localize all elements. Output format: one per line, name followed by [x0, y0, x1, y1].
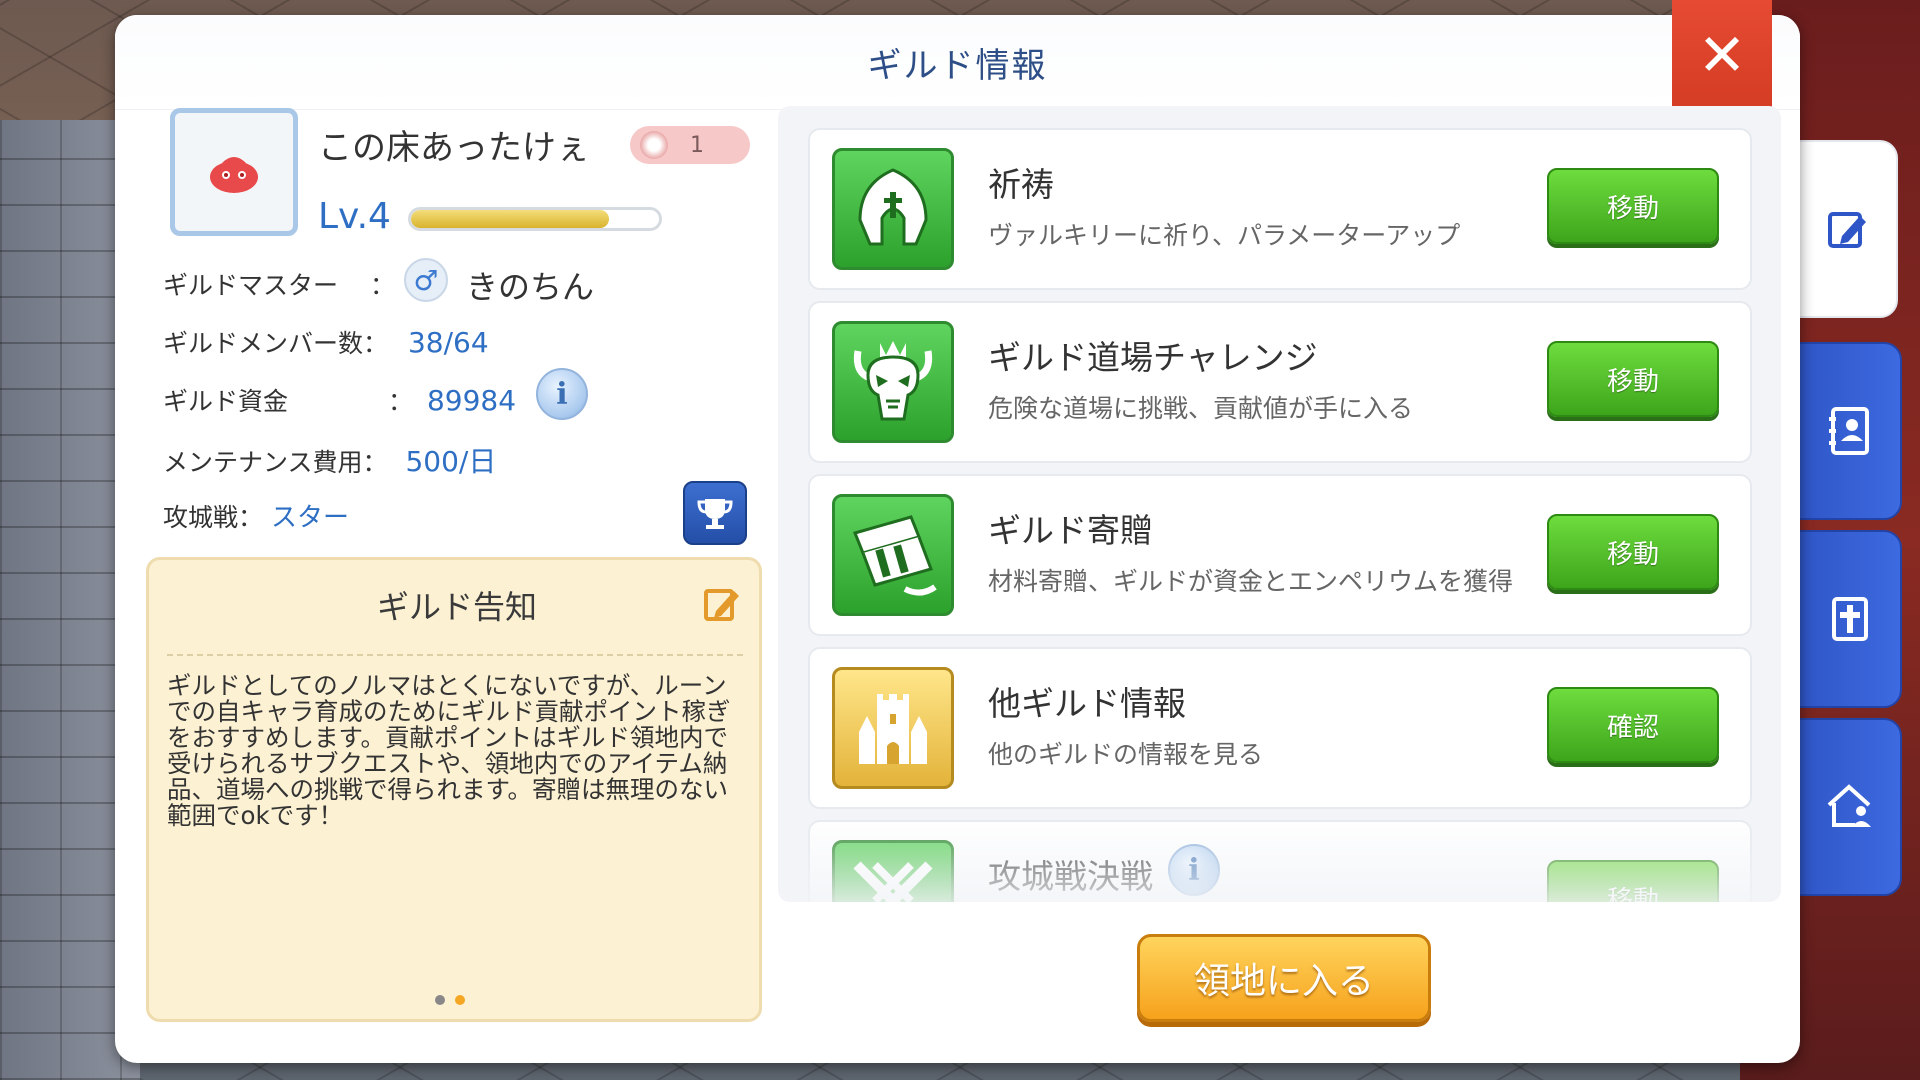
edit-icon: [704, 589, 739, 621]
crossed-swords-icon: [832, 840, 954, 902]
helmet-icon: [832, 148, 954, 270]
page-dot-active[interactable]: [455, 995, 465, 1005]
guild-name: この床あったけぇ: [318, 128, 590, 168]
other-guild-confirm-button[interactable]: 確認: [1547, 687, 1719, 763]
item-title: ギルド道場チャレンジ: [988, 338, 1318, 377]
dojo-move-button[interactable]: 移動: [1547, 341, 1719, 417]
notice-edit-button[interactable]: [701, 582, 743, 624]
fund-label: ギルド資金: [163, 387, 289, 416]
male-icon: ♂: [404, 258, 448, 302]
item-title: 攻城戦決戦: [988, 857, 1153, 896]
trophy-icon: [697, 499, 733, 529]
page-indicator: [435, 995, 465, 1005]
maintenance-label: メンテナンス費用：: [163, 448, 388, 477]
close-icon: ✕: [1697, 21, 1747, 89]
item-title: 祈祷: [988, 165, 1054, 204]
prayer-move-button[interactable]: 移動: [1547, 168, 1719, 244]
item-desc: 危険な道場に挑戦、貢献値が手に入る: [988, 394, 1414, 423]
master-label: ギルドマスター: [163, 271, 339, 300]
page-dot[interactable]: [435, 995, 445, 1005]
edit-icon: [1828, 212, 1866, 248]
list-item-prayer: 祈祷 ヴァルキリーに祈り、パラメーターアップ 移動: [808, 128, 1752, 290]
siege-value[interactable]: スター: [271, 503, 349, 533]
tab-guild-skill[interactable]: [1798, 530, 1902, 708]
list-item-siege-final: 攻城戦決戦 i 移動: [808, 820, 1752, 902]
house-person-icon: [1827, 784, 1871, 827]
enter-territory-button[interactable]: 領地に入る: [1137, 934, 1431, 1022]
member-label: ギルドメンバー数：: [163, 329, 389, 358]
siege-row: 攻城戦： スター: [163, 497, 349, 534]
item-desc: ヴァルキリーに祈り、パラメーターアップ: [988, 221, 1461, 250]
rank-value: 1: [690, 132, 704, 158]
notice-body: ギルドとしてのノルマはとくにないですが、ルーンでの自キャラ育成のためにギルド貢献…: [167, 671, 731, 830]
donation-icon: [832, 494, 954, 616]
master-name: きのちん: [466, 268, 595, 306]
maintenance-value: 500/日: [405, 445, 497, 478]
level-progress-bar: [408, 207, 662, 231]
tab-edit[interactable]: [1796, 140, 1898, 318]
member-book-icon: [1829, 407, 1869, 455]
shield-cross-icon: [1832, 597, 1868, 641]
notice-title: ギルド告知: [376, 588, 537, 626]
notice-divider: [167, 654, 743, 656]
guild-emblem[interactable]: [170, 108, 298, 236]
emperium-icon: [640, 131, 668, 159]
panel-title: ギルド情報: [115, 15, 1800, 110]
guild-notice-card: ギルド告知 ギルドとしてのノルマはとくにないですが、ルーンでの自キャラ育成のため…: [146, 557, 762, 1022]
guild-activity-list[interactable]: 祈祷 ヴァルキリーに祈り、パラメーターアップ 移動 ギルド道場チャレンジ 危険な…: [778, 106, 1781, 902]
member-count: 38/64: [407, 326, 489, 359]
level-progress-fill: [411, 210, 610, 228]
master-row: ギルドマスター ：: [163, 266, 395, 302]
list-item-dojo: ギルド道場チャレンジ 危険な道場に挑戦、貢献値が手に入る 移動: [808, 301, 1752, 463]
tab-members[interactable]: [1798, 342, 1902, 520]
fund-row: ギルド資金 ： 89984: [163, 382, 516, 418]
list-item-donation: ギルド寄贈 材料寄贈、ギルドが資金とエンペリウムを獲得 移動: [808, 474, 1752, 636]
list-item-other-guild: 他ギルド情報 他のギルドの情報を見る 確認: [808, 647, 1752, 809]
fund-info-icon[interactable]: i: [536, 368, 588, 420]
siege-label: 攻城戦：: [163, 503, 264, 532]
maintenance-row: メンテナンス費用： 500/日: [163, 440, 496, 480]
castle-icon: [832, 667, 954, 789]
siege-final-info-icon[interactable]: i: [1168, 844, 1220, 896]
poring-emblem-icon: [210, 157, 258, 193]
donation-move-button[interactable]: 移動: [1547, 514, 1719, 590]
guild-level: Lv.4: [318, 196, 391, 237]
fund-value: 89984: [426, 384, 517, 417]
fund-colon: ：: [387, 387, 413, 416]
item-desc: 他のギルドの情報を見る: [988, 740, 1264, 769]
tab-territory[interactable]: [1798, 718, 1902, 896]
item-desc: 材料寄贈、ギルドが資金とエンペリウムを獲得: [988, 567, 1514, 596]
rank-badge: 1: [630, 126, 750, 164]
member-row: ギルドメンバー数： 38/64: [163, 324, 489, 360]
item-title: ギルド寄贈: [988, 511, 1153, 550]
siege-ranking-button[interactable]: [683, 481, 747, 545]
siege-final-move-button[interactable]: 移動: [1547, 860, 1719, 902]
demon-skull-icon: [832, 321, 954, 443]
master-colon: ：: [369, 271, 395, 300]
item-title: 他ギルド情報: [988, 684, 1186, 723]
